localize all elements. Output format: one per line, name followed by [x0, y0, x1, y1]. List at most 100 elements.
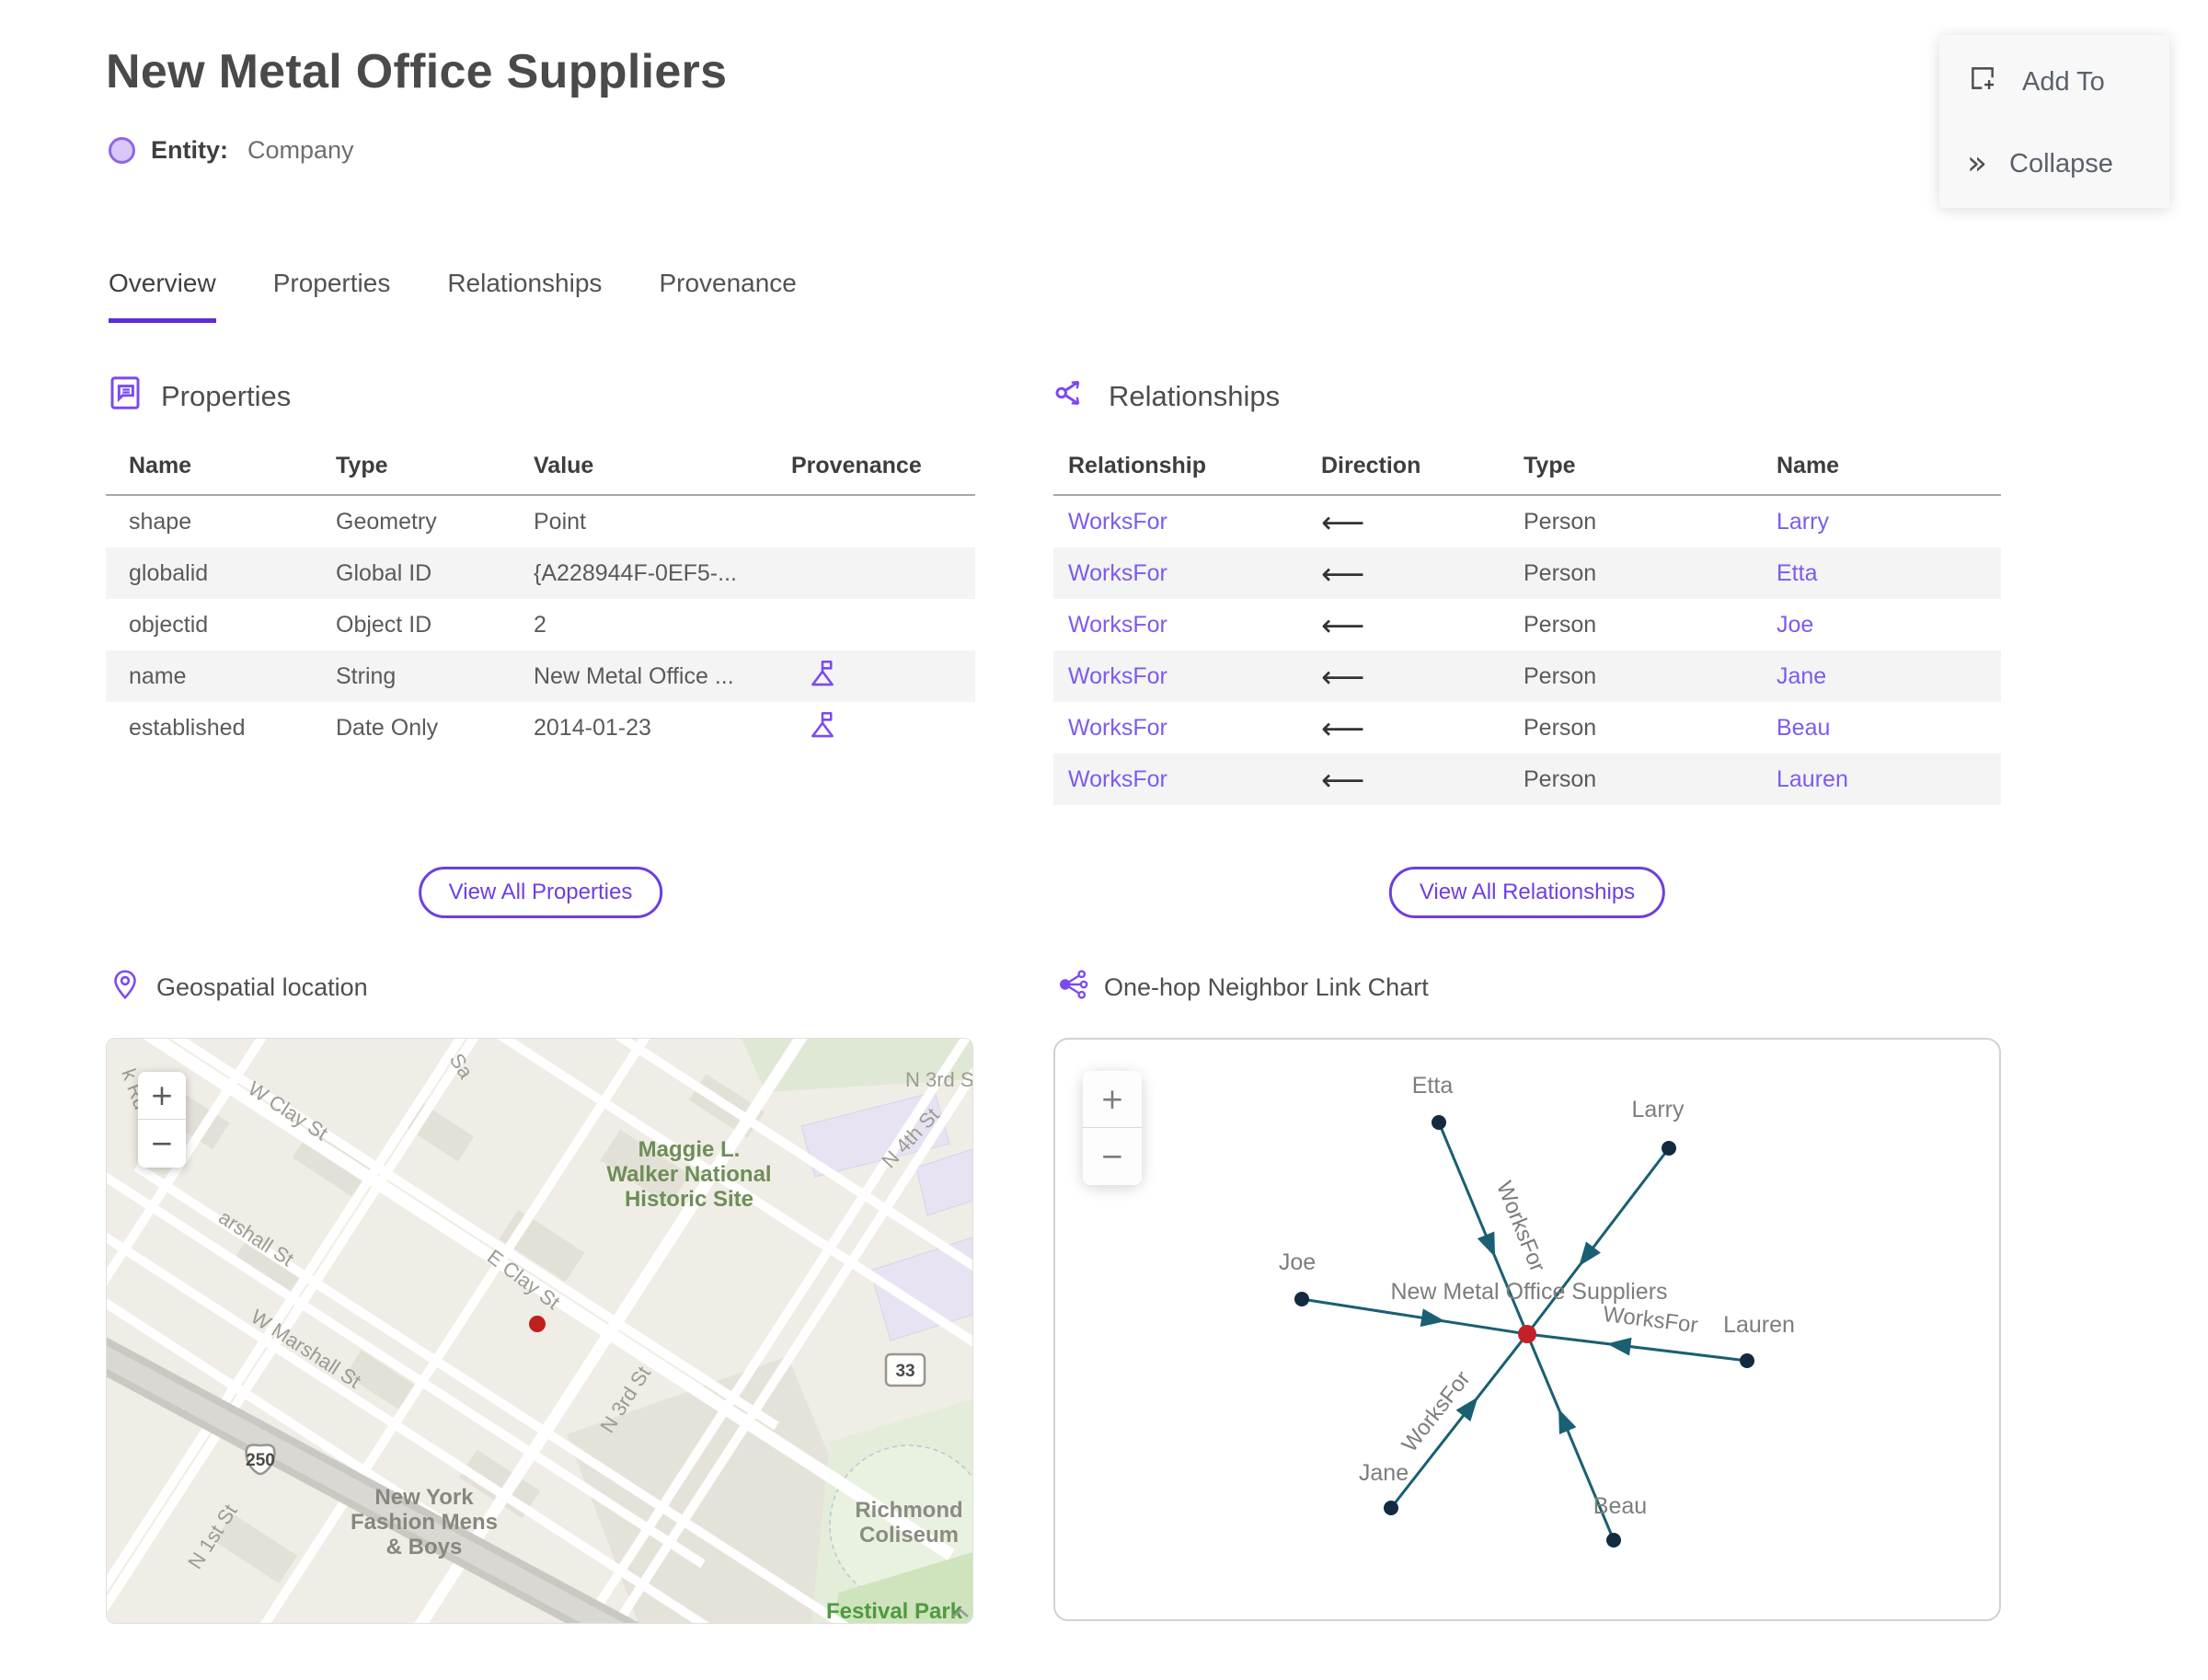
relationship-direction: ⟵ — [1321, 658, 1365, 695]
graph-edge-arrowhead — [1477, 1231, 1496, 1258]
chart-zoom-in-button[interactable]: + — [1083, 1071, 1142, 1128]
graph-edge-label: WorksFor — [1602, 1302, 1699, 1338]
relationship-type-link[interactable]: WorksFor — [1053, 663, 1306, 690]
property-type: Global ID — [336, 559, 432, 586]
relationship-direction: ⟵ — [1321, 606, 1365, 643]
properties-table-header: Name Type Value Provenance — [106, 453, 975, 496]
relationships-title: Relationships — [1109, 380, 1281, 412]
graph-edge-arrowhead — [1558, 1409, 1577, 1435]
properties-col-name: Name — [129, 453, 192, 478]
tab-overview[interactable]: Overview — [109, 269, 216, 323]
link-chart-icon — [1056, 968, 1089, 1007]
collapse-label: Collapse — [2009, 148, 2113, 178]
tab-provenance[interactable]: Provenance — [659, 269, 796, 323]
relationship-type-link[interactable]: WorksFor — [1053, 715, 1306, 742]
property-name: globalid — [129, 559, 209, 586]
relationship-entity-type: Person — [1524, 765, 1597, 792]
property-value: 2014-01-23 — [534, 714, 651, 741]
properties-col-type: Type — [336, 453, 388, 478]
property-name: name — [129, 662, 187, 689]
page-title: New Metal Office Suppliers — [106, 45, 728, 98]
property-value: {A228944F-0EF5-... — [534, 559, 737, 586]
properties-title: Properties — [161, 380, 292, 412]
property-row: name String New Metal Office ... — [106, 650, 975, 702]
graph-node-jane[interactable] — [1384, 1501, 1398, 1515]
graph-edge-arrowhead — [1579, 1241, 1601, 1267]
relationship-row: WorksFor ⟵ Person Larry — [1053, 496, 2001, 547]
graph-node-label: Jane — [1359, 1460, 1409, 1486]
property-name: established — [129, 714, 246, 741]
relationship-direction: ⟵ — [1321, 503, 1365, 540]
relationships-col-direction: Direction — [1321, 453, 1421, 478]
property-row: objectid Object ID 2 — [106, 599, 975, 650]
relationship-row: WorksFor ⟵ Person Etta — [1053, 547, 2001, 599]
property-value: 2 — [534, 611, 546, 638]
place-label: Festival Park — [826, 1599, 963, 1623]
view-all-relationships-button[interactable]: View All Relationships — [1388, 867, 1666, 918]
relationship-name-link[interactable]: Jane — [1762, 663, 2001, 690]
chart-zoom-out-button[interactable]: − — [1083, 1128, 1142, 1185]
tab-bar: Overview Properties Relationships Provenanc… — [109, 269, 797, 323]
relationship-entity-type: Person — [1524, 508, 1597, 535]
relationship-row: WorksFor ⟵ Person Jane — [1053, 650, 2001, 702]
relationship-name-link[interactable]: Lauren — [1762, 766, 2001, 793]
map-zoom-in-button[interactable]: + — [138, 1072, 186, 1120]
map-pin-icon — [109, 968, 142, 1007]
provenance-flag-icon — [807, 711, 838, 746]
map-zoom-out-button[interactable]: − — [138, 1120, 186, 1168]
property-value: New Metal Office ... — [534, 662, 734, 689]
graph-node-etta[interactable] — [1432, 1115, 1446, 1130]
relationship-type-link[interactable]: WorksFor — [1053, 560, 1306, 587]
graph-node-label: Larry — [1632, 1097, 1685, 1122]
geospatial-title: Geospatial location — [156, 973, 368, 1001]
relationship-type-link[interactable]: WorksFor — [1053, 766, 1306, 793]
entity-type-value: Company — [247, 136, 354, 164]
tab-properties[interactable]: Properties — [273, 269, 391, 323]
tab-relationships[interactable]: Relationships — [447, 269, 602, 323]
route-shield-250: 250 — [245, 1444, 276, 1476]
graph-edge[interactable] — [1526, 1332, 1748, 1363]
relationship-name-link[interactable]: Joe — [1762, 612, 2001, 639]
add-to-button[interactable]: Add To — [1967, 63, 2142, 101]
relationship-row: WorksFor ⟵ Person Beau — [1053, 702, 2001, 754]
relationships-table: Relationship Direction Type Name WorksFor ⟵ P… — [1053, 453, 2001, 805]
linkchart-canvas[interactable]: Etta Larry Joe Lauren Jane Beau WorksFor WorksF… — [1055, 1040, 1999, 1619]
properties-col-value: Value — [534, 453, 594, 478]
graph-node-label: Beau — [1593, 1493, 1647, 1519]
view-all-properties-button[interactable]: View All Properties — [418, 867, 663, 918]
properties-section: Properties Name Type Value Provenance shape… — [106, 375, 975, 983]
relationship-name-link[interactable]: Beau — [1762, 715, 2001, 742]
graph-center-node[interactable] — [1518, 1325, 1536, 1343]
relationship-entity-type: Person — [1524, 662, 1597, 689]
relationship-entity-type: Person — [1524, 714, 1597, 741]
graph-edge-arrowhead — [1420, 1308, 1445, 1328]
relationship-name-link[interactable]: Etta — [1762, 560, 2001, 587]
entity-location-marker[interactable] — [529, 1316, 546, 1332]
graph-node-beau[interactable] — [1606, 1533, 1621, 1548]
collapse-icon: » — [1967, 144, 1987, 182]
property-name: shape — [129, 508, 192, 535]
map-zoom-control: + − — [138, 1072, 186, 1168]
property-row: shape Geometry Point — [106, 496, 975, 547]
properties-header: Properties — [106, 375, 975, 418]
relationship-name-link[interactable]: Larry — [1762, 509, 2001, 535]
property-row: globalid Global ID {A228944F-0EF5-... — [106, 547, 975, 599]
property-row: established Date Only 2014-01-23 — [106, 702, 975, 754]
graph-node-lauren[interactable] — [1740, 1353, 1754, 1368]
linkchart-header: One-hop Neighbor Link Chart — [1056, 968, 1429, 1007]
relationship-type-link[interactable]: WorksFor — [1053, 612, 1306, 639]
provenance-flag-icon — [807, 660, 838, 695]
graph-node-larry[interactable] — [1662, 1141, 1676, 1156]
relationship-type-link[interactable]: WorksFor — [1053, 509, 1306, 535]
entity-type-dot-icon — [109, 137, 135, 164]
graph-center-node-label: New Metal Office Suppliers — [1390, 1279, 1667, 1305]
property-name: objectid — [129, 611, 209, 638]
properties-icon — [106, 374, 144, 420]
collapse-button[interactable]: » Collapse — [1967, 147, 2142, 180]
relationships-icon — [1053, 374, 1092, 420]
relationship-row: WorksFor ⟵ Person Joe — [1053, 599, 2001, 650]
graph-node-joe[interactable] — [1294, 1292, 1309, 1306]
graph-edge[interactable] — [1389, 1333, 1529, 1509]
property-provenance — [768, 709, 975, 747]
map-canvas[interactable]: W Clay Stk Rd Saarshall StW Marshall StE … — [107, 1039, 972, 1623]
